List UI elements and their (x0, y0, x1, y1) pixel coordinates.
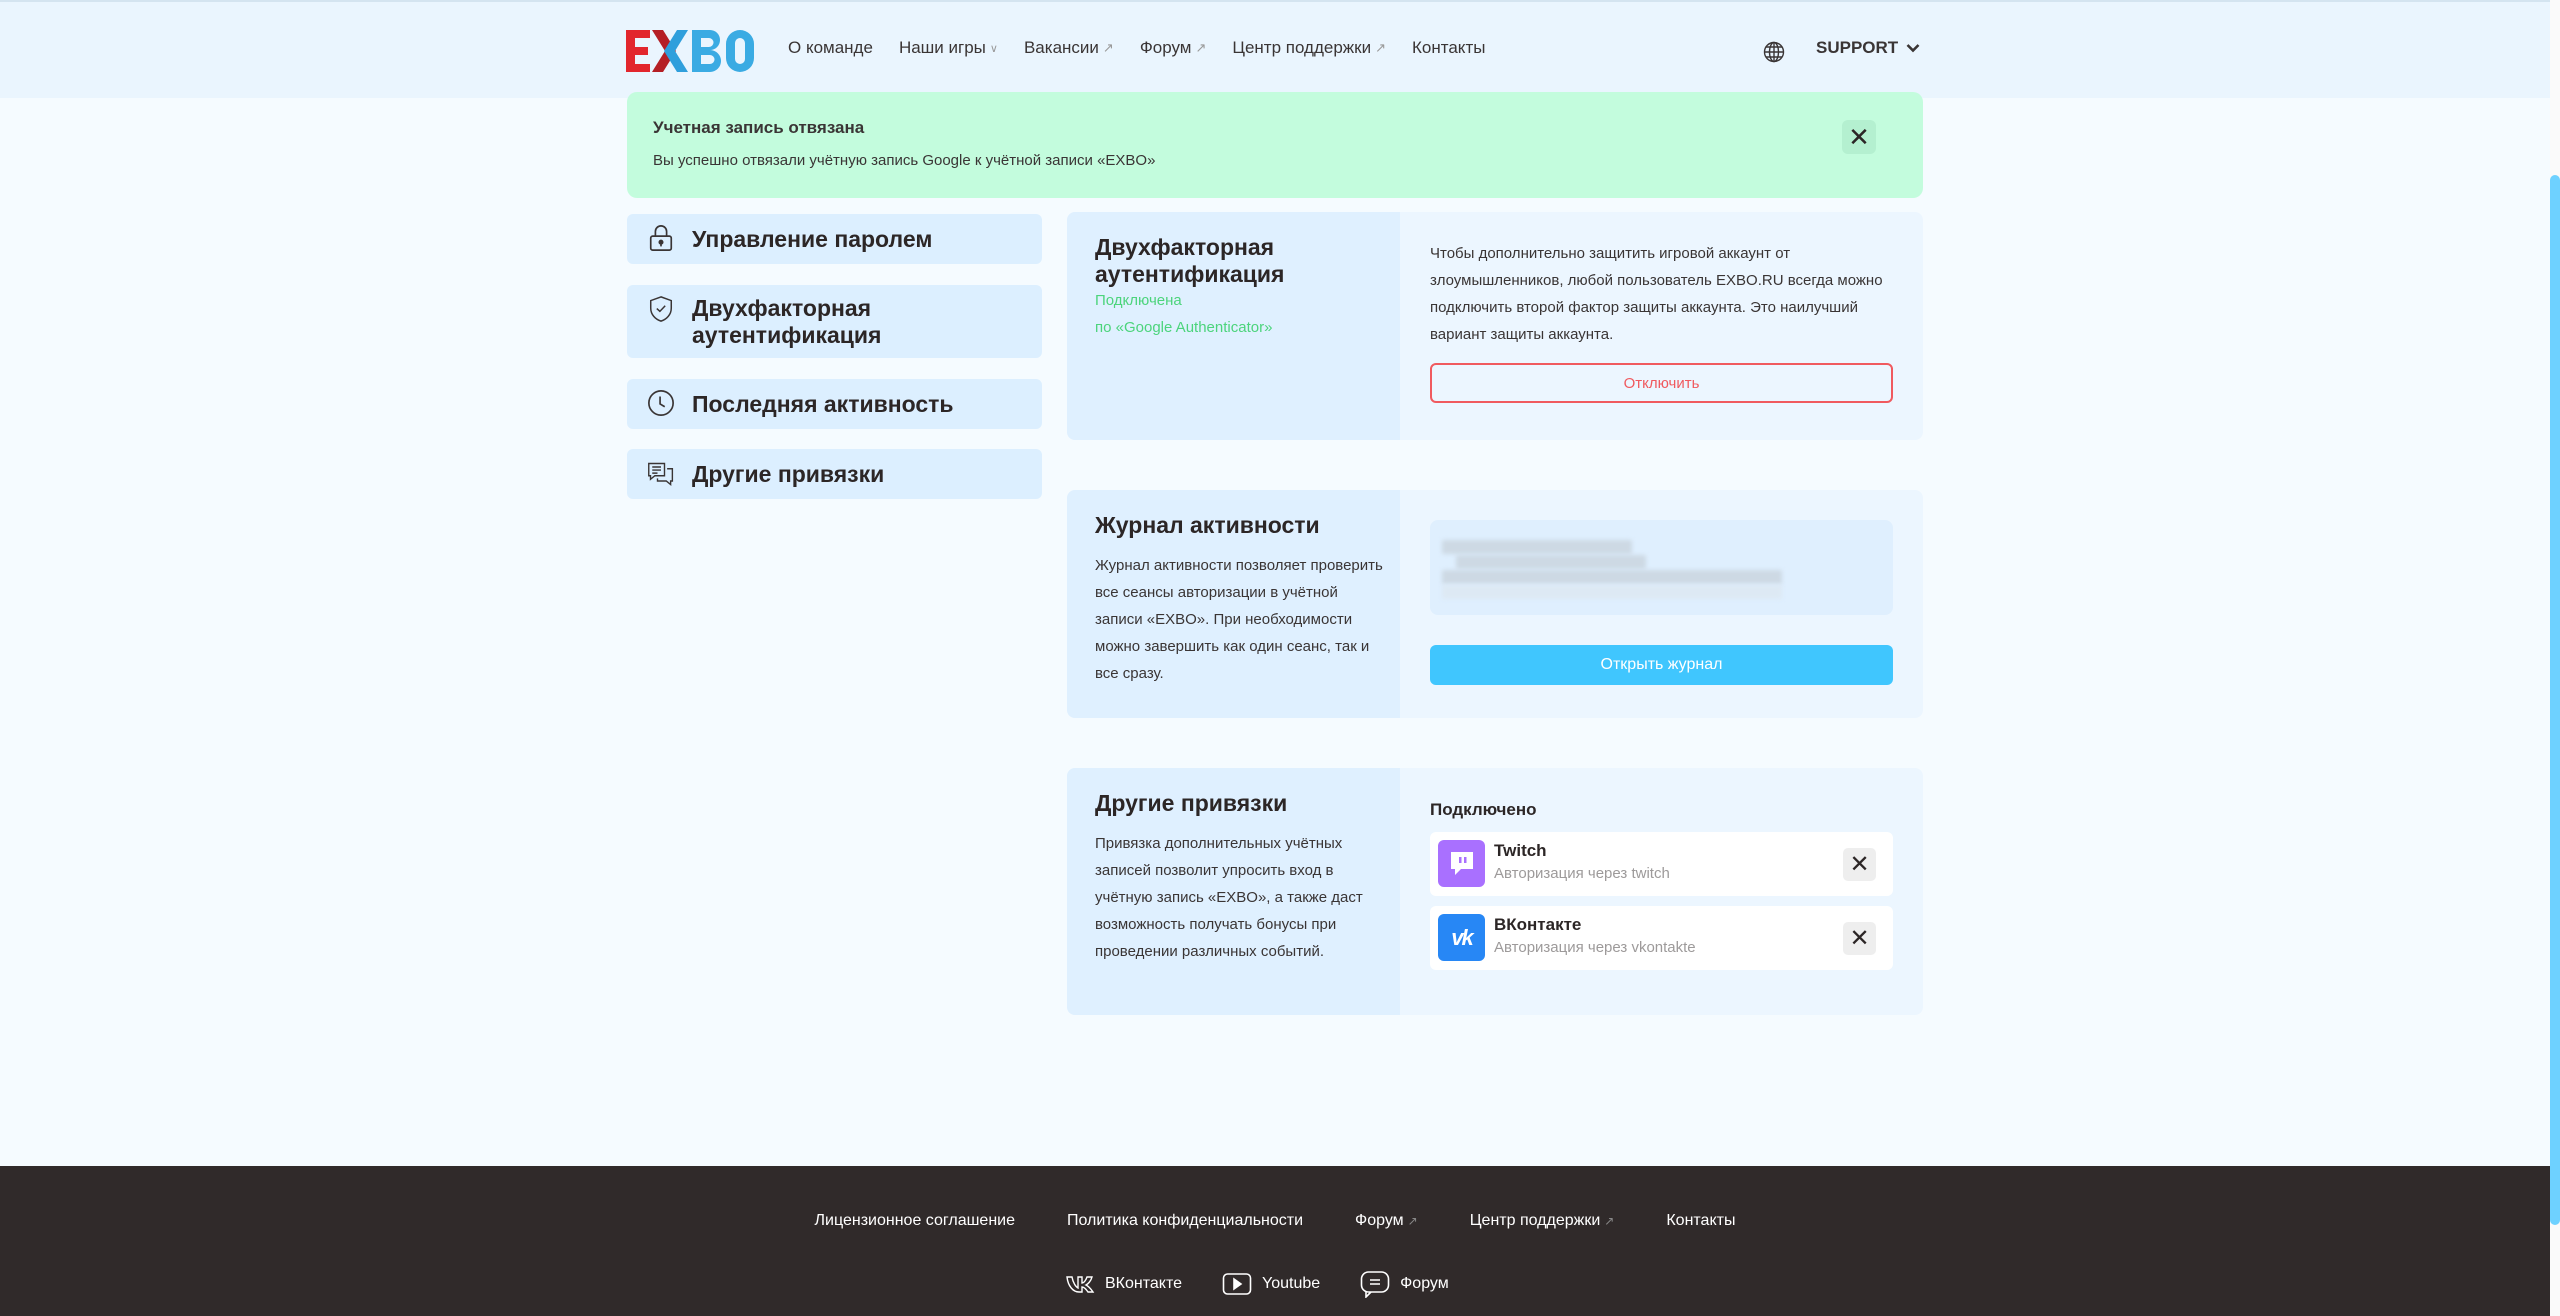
footer-links: Лицензионное соглашение Политика конфиде… (0, 1212, 2550, 1230)
two-factor-title: Двухфакторная аутентификация (1095, 234, 1285, 287)
user-menu-button[interactable]: SUPPORT (1816, 38, 1920, 58)
shield-check-icon (649, 296, 673, 322)
exbo-logo[interactable] (626, 28, 754, 74)
alert-title: Учетная запись отвязана (653, 118, 865, 137)
other-links-title: Другие привязки (1095, 790, 1288, 816)
two-factor-description: Чтобы дополнительно защитить игровой акк… (1430, 245, 1883, 343)
external-link-icon: ↗ (1604, 1214, 1615, 1228)
open-activity-log-button[interactable]: Открыть журнал (1430, 645, 1893, 685)
chat-icon (648, 462, 674, 486)
youtube-icon (1222, 1273, 1252, 1295)
nav-contacts[interactable]: Контакты (1412, 38, 1485, 58)
alert-message: Вы успешно отвязали учётную запись Googl… (653, 152, 1156, 169)
nav-support-center[interactable]: Центр поддержки ↗ (1232, 38, 1386, 58)
connected-heading: Подключено (1430, 800, 1537, 819)
globe-icon[interactable] (1763, 41, 1785, 63)
other-links-card: Другие привязки Привязка дополнительных … (1067, 768, 1923, 1015)
activity-preview-redacted (1430, 520, 1893, 615)
unlink-vk-button[interactable]: ✕ (1843, 922, 1876, 955)
close-icon: ✕ (1849, 925, 1870, 952)
external-link-icon: ↗ (1102, 40, 1114, 55)
footer-link-forum[interactable]: Форум ↗ (1355, 1212, 1418, 1230)
clock-icon (648, 390, 674, 416)
social-youtube[interactable]: Youtube (1222, 1270, 1320, 1298)
footer: Лицензионное соглашение Политика конфиде… (0, 1166, 2550, 1316)
scrollbar-thumb[interactable] (2550, 175, 2560, 1225)
connected-account-twitch: Twitch Авторизация через twitch ✕ (1430, 832, 1893, 896)
footer-link-privacy[interactable]: Политика конфиденциальности (1067, 1212, 1303, 1230)
footer-link-contacts[interactable]: Контакты (1666, 1212, 1735, 1230)
sidebar-item-two-factor[interactable]: Двухфакторная аутентификация (627, 285, 1042, 358)
sidebar-item-activity[interactable]: Последняя активность (627, 379, 1042, 429)
social-forum[interactable]: Форум (1360, 1270, 1449, 1298)
sidebar-item-password[interactable]: Управление паролем (627, 214, 1042, 264)
sidebar-item-other-links[interactable]: Другие привязки (627, 449, 1042, 499)
external-link-icon: ↗ (1195, 40, 1207, 55)
connected-account-vk: vk ВКонтакте Авторизация через vkontakte… (1430, 906, 1893, 970)
external-link-icon: ↗ (1407, 1214, 1418, 1228)
nav-vacancies[interactable]: Вакансии ↗ (1024, 38, 1114, 58)
close-icon: ✕ (1848, 121, 1870, 152)
chevron-down-icon (1906, 44, 1920, 53)
vk-icon (1066, 1276, 1095, 1293)
activity-log-title: Журнал активности (1095, 512, 1320, 538)
two-factor-card: Двухфакторная аутентификация Подключена … (1067, 212, 1923, 440)
footer-social: ВКонтакте Youtube Форум (1065, 1270, 1449, 1298)
nav-games[interactable]: Наши игры ∨ (899, 38, 998, 58)
success-alert: Учетная запись отвязана Вы успешно отвяз… (627, 92, 1923, 198)
main-nav: О команде Наши игры ∨ Вакансии ↗ Форум ↗ Це… (788, 38, 1485, 58)
other-links-description: Привязка дополнительных учётных записей … (1095, 835, 1363, 960)
close-icon: ✕ (1849, 851, 1870, 878)
footer-link-support[interactable]: Центр поддержки ↗ (1470, 1212, 1615, 1230)
vk-icon: vk (1438, 914, 1485, 961)
forum-icon (1360, 1271, 1390, 1298)
footer-link-license[interactable]: Лицензионное соглашение (815, 1212, 1015, 1230)
twitch-icon (1438, 840, 1485, 887)
two-factor-status: Подключена (1095, 292, 1182, 309)
alert-close-button[interactable]: ✕ (1842, 120, 1876, 154)
unlink-twitch-button[interactable]: ✕ (1843, 848, 1876, 881)
external-link-icon: ↗ (1375, 40, 1387, 55)
activity-log-card: Журнал активности Журнал активности позв… (1067, 490, 1923, 718)
two-factor-method: по «Google Authenticator» (1095, 319, 1273, 336)
nav-forum[interactable]: Форум ↗ (1140, 38, 1207, 58)
disable-two-factor-button[interactable]: Отключить (1430, 363, 1893, 403)
social-vk[interactable]: ВКонтакте (1065, 1270, 1182, 1298)
chevron-down-icon: ∨ (989, 42, 998, 55)
header: О команде Наши игры ∨ Вакансии ↗ Форум ↗ Це… (0, 0, 2550, 98)
activity-log-description: Журнал активности позволяет проверить вс… (1095, 557, 1383, 682)
lock-icon (649, 225, 673, 251)
nav-about[interactable]: О команде (788, 38, 873, 58)
